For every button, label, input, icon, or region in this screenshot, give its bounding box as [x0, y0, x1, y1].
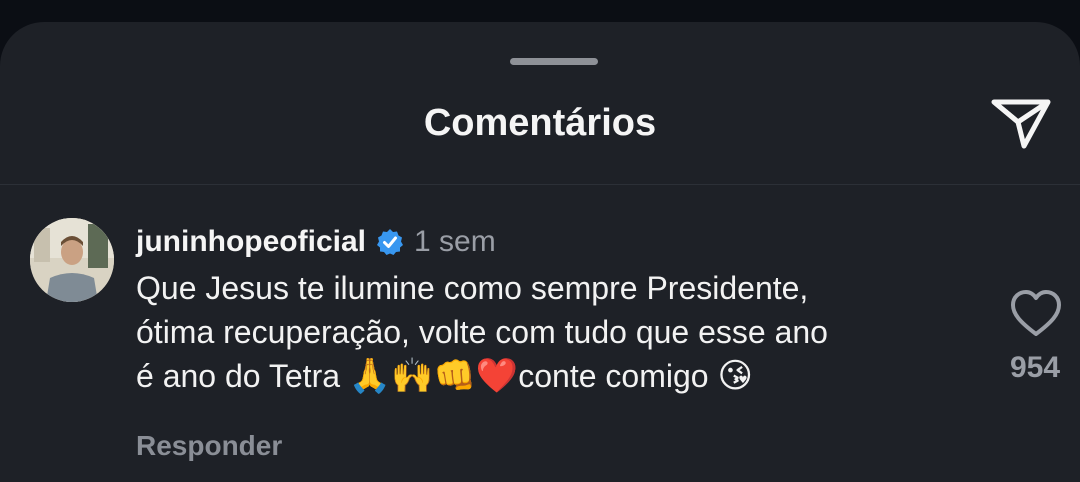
comment-line: ótima recuperação, volte com tudo que es… [136, 314, 828, 350]
comment-line: Que Jesus te ilumine como sempre Preside… [136, 270, 809, 306]
username[interactable]: juninhopeoficial [136, 222, 366, 262]
emoji-sequence: 🙏🙌👊❤️ [348, 357, 519, 395]
comment-tail-text: conte comigo [518, 358, 718, 394]
like-count: 954 [1009, 351, 1061, 384]
drag-handle[interactable] [510, 58, 598, 65]
like-button[interactable] [1008, 286, 1064, 342]
heart-outline-icon [1011, 290, 1061, 336]
avatar-image [30, 218, 114, 302]
comment-line-text: é ano do Tetra [136, 358, 349, 394]
verified-badge-icon [376, 228, 404, 256]
comment-line: é ano do Tetra 🙏🙌👊❤️conte comigo 😘 [136, 354, 976, 398]
reply-button[interactable]: Responder [136, 426, 282, 466]
paper-plane-icon [991, 99, 1051, 149]
kiss-emoji: 😘 [717, 357, 753, 395]
avatar[interactable] [30, 218, 114, 302]
header-divider [0, 184, 1080, 185]
comment-timestamp: 1 sem [414, 225, 496, 258]
comment-meta: juninhopeoficial 1 sem [136, 222, 496, 262]
share-button[interactable] [988, 92, 1054, 152]
sheet-title: Comentários [423, 102, 657, 144]
comment-body: Que Jesus te ilumine como sempre Preside… [136, 266, 976, 398]
